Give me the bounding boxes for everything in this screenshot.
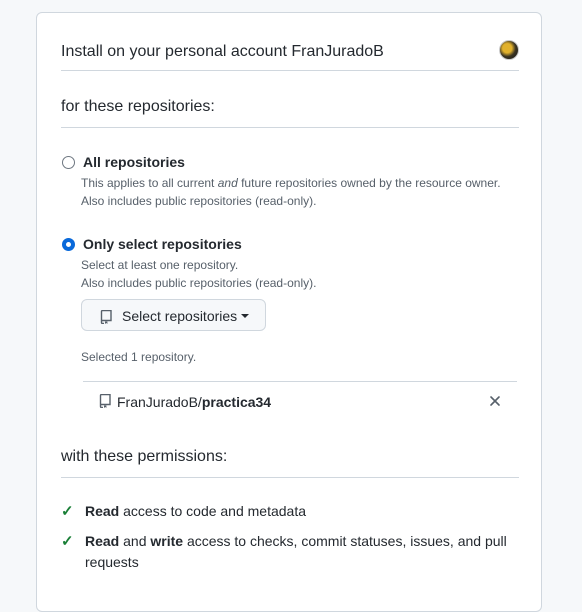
selected-count: Selected 1 repository. [81, 350, 197, 364]
select-repositories-label: Select repositories [122, 308, 238, 324]
all-repositories-note: Also includes public repositories (read-… [81, 194, 317, 208]
close-icon [490, 396, 500, 406]
all-repositories-description: This applies to all current and future r… [81, 176, 501, 190]
permission-text: Read and write access to checks, commit … [85, 533, 507, 570]
repo-icon [100, 310, 112, 324]
install-title: Install on your personal account FranJur… [61, 43, 384, 60]
remove-repo-button[interactable] [487, 393, 503, 409]
check-icon: ✓ [61, 503, 74, 520]
repositories-section-title: for these repositories: [61, 97, 519, 128]
all-repositories-radio[interactable] [62, 156, 75, 169]
caret-down-icon [241, 314, 249, 318]
install-header: Install on your personal account FranJur… [61, 13, 519, 71]
only-select-repositories-radio[interactable] [62, 238, 75, 251]
permission-text: Read access to code and metadata [85, 503, 307, 519]
all-repositories-label[interactable]: All repositories [83, 153, 185, 171]
selected-repo-row: FranJuradoB/practica34 [83, 381, 517, 422]
only-select-repositories-description: Select at least one repository. [81, 258, 239, 272]
select-repositories-button[interactable]: Select repositories [81, 299, 266, 331]
permissions-section-title: with these permissions: [61, 447, 519, 478]
install-card: Install on your personal account FranJur… [36, 12, 542, 612]
repo-icon [99, 394, 111, 408]
selected-repo-name: FranJuradoB/practica34 [117, 394, 272, 410]
check-icon: ✓ [61, 533, 74, 550]
only-select-repositories-note: Also includes public repositories (read-… [81, 276, 317, 290]
avatar [499, 40, 519, 60]
only-select-repositories-label[interactable]: Only select repositories [83, 235, 242, 253]
